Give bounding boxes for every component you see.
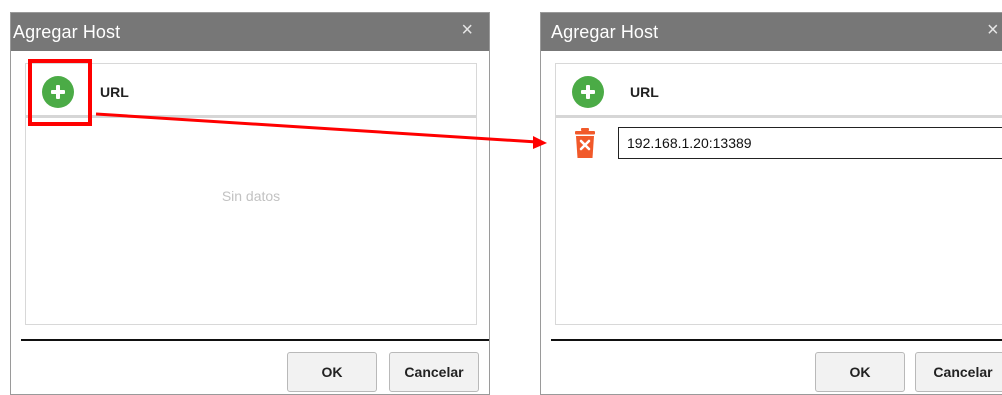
annotation-arrow (95, 112, 547, 149)
